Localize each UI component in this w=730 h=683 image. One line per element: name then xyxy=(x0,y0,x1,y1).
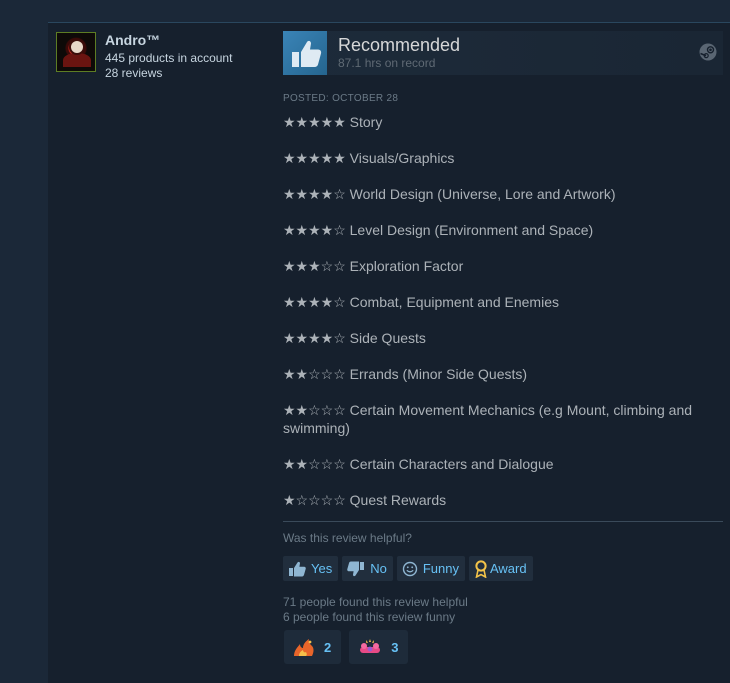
smiley-icon xyxy=(402,561,418,576)
fire-award-icon xyxy=(294,639,314,656)
thumbs-up-icon xyxy=(289,561,306,576)
author-products[interactable]: 445 products in account xyxy=(105,51,232,66)
hours-on-record: 87.1 hrs on record xyxy=(338,56,436,70)
award-chip-clap[interactable]: 3 xyxy=(349,630,409,664)
yes-button[interactable]: Yes xyxy=(283,556,339,581)
review-line: ★★☆☆☆ Certain Movement Mechanics (e.g Mo… xyxy=(283,402,693,436)
funny-label: Funny xyxy=(422,561,459,576)
divider xyxy=(283,521,723,522)
review-line: ★★★★☆ World Design (Universe, Lore and A… xyxy=(283,186,616,202)
award-label: Award xyxy=(489,561,527,576)
review-line: ★★★★☆ Combat, Equipment and Enemies xyxy=(283,294,559,310)
award-count: 3 xyxy=(391,639,399,655)
award-chip-fire[interactable]: 2 xyxy=(284,630,342,664)
funny-button[interactable]: Funny xyxy=(396,556,465,581)
review-line: ★★★★★ Visuals/Graphics xyxy=(283,150,455,166)
review-line: ★★★☆☆ Exploration Factor xyxy=(283,258,464,274)
posted-date: POSTED: OCTOBER 28 xyxy=(283,93,399,104)
avatar[interactable] xyxy=(56,32,96,72)
award-button[interactable]: Award xyxy=(468,556,533,581)
vote-buttons: Yes No Funny Award xyxy=(283,556,533,581)
review-line: ★★★★☆ Level Design (Environment and Spac… xyxy=(283,222,594,238)
clap-award-icon xyxy=(360,639,381,653)
award-count: 2 xyxy=(324,639,332,655)
funny-count: 6 people found this review funny xyxy=(283,610,456,624)
rating-title[interactable]: Recommended xyxy=(338,35,460,55)
yes-label: Yes xyxy=(311,561,333,576)
review-line: ★★☆☆☆ Certain Characters and Dialogue xyxy=(283,456,554,472)
author-reviews[interactable]: 28 reviews xyxy=(105,66,232,81)
author-name[interactable]: Andro™ xyxy=(105,32,232,48)
author-meta: 445 products in account 28 reviews xyxy=(105,51,232,81)
review-card: Andro™ 445 products in account 28 review… xyxy=(48,22,730,683)
thumbs-up-icon xyxy=(283,31,327,75)
author-info: Andro™ 445 products in account 28 review… xyxy=(105,32,232,81)
awards-row: 2 3 xyxy=(284,630,409,664)
steam-icon xyxy=(699,43,717,61)
helpful-stats: 71 people found this review helpful 6 pe… xyxy=(283,595,468,625)
review-line: ★★★★★ Story xyxy=(283,114,383,130)
award-ribbon-icon xyxy=(475,559,487,578)
helpful-count: 71 people found this review helpful xyxy=(283,595,468,609)
thumbs-down-icon xyxy=(347,561,365,576)
helpful-question: Was this review helpful? xyxy=(283,531,412,545)
review-line: ★★☆☆☆ Errands (Minor Side Quests) xyxy=(283,366,528,382)
review-body: ★★★★★ Story ★★★★★ Visuals/Graphics ★★★★☆… xyxy=(283,113,723,509)
no-label: No xyxy=(370,561,387,576)
no-button[interactable]: No xyxy=(342,556,393,581)
author-block: Andro™ 445 products in account 28 review… xyxy=(56,32,232,81)
review-line: ★☆☆☆☆ Quest Rewards xyxy=(283,492,447,508)
review-line: ★★★★☆ Side Quests xyxy=(283,330,426,346)
rating-header[interactable]: Recommended 87.1 hrs on record xyxy=(283,31,723,75)
